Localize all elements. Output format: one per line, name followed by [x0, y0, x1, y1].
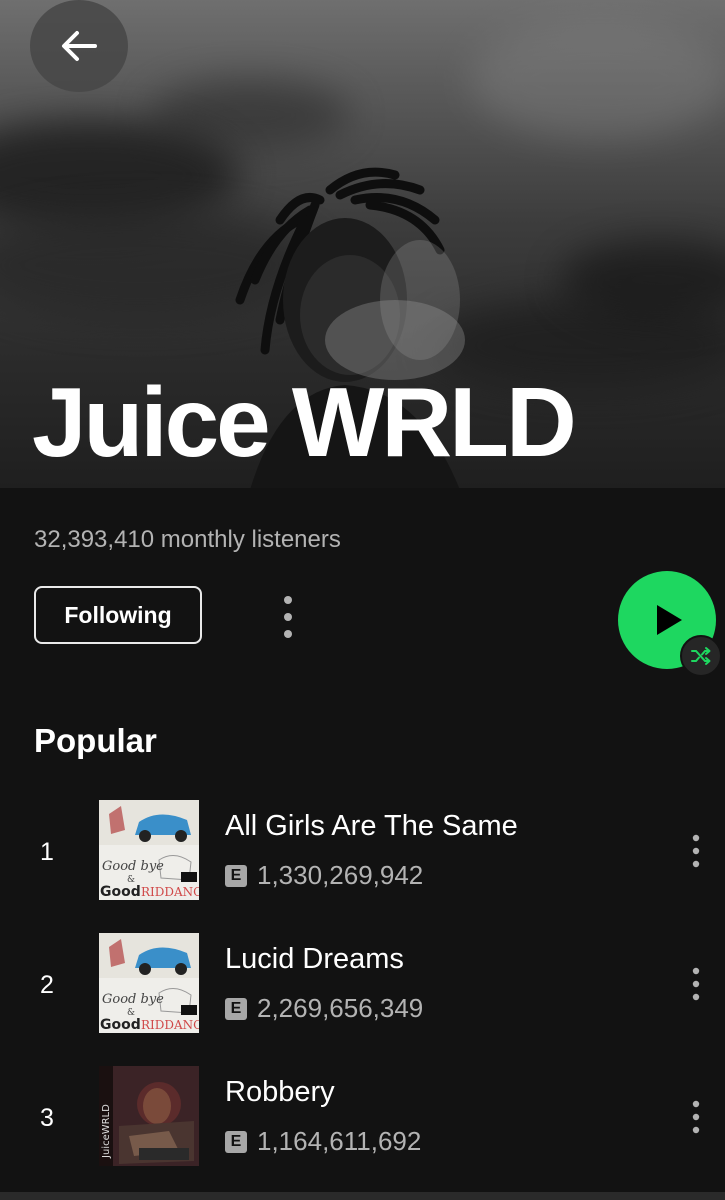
following-button[interactable]: Following: [34, 586, 202, 644]
track-more-button[interactable]: [676, 828, 716, 874]
svg-text:Good: Good: [100, 884, 141, 900]
artist-name: Juice WRLD: [32, 367, 577, 477]
track-meta: E 2,269,656,349: [225, 993, 423, 1024]
play-count: 2,269,656,349: [257, 993, 424, 1023]
bottom-edge: [0, 1192, 725, 1200]
track-title: Robbery: [225, 1076, 335, 1108]
more-vertical-icon: [692, 967, 700, 1001]
back-button[interactable]: [30, 0, 128, 92]
shuffle-button[interactable]: [680, 635, 722, 677]
track-row[interactable]: 1 Good bye & Good RIDDANCE All Girls Are…: [0, 800, 725, 900]
track-rank: 3: [40, 1104, 54, 1132]
album-cover: Good bye & Good RIDDANCE: [99, 800, 199, 900]
popular-heading: Popular: [34, 722, 157, 759]
album-cover: Good bye & Good RIDDANCE: [99, 933, 199, 1033]
play-icon: [657, 605, 682, 635]
explicit-badge: E: [225, 1130, 247, 1153]
monthly-listeners: 32,393,410 monthly listeners: [34, 526, 341, 553]
more-vertical-icon: [692, 834, 700, 868]
explicit-badge: E: [225, 864, 247, 887]
svg-text:Good: Good: [100, 1017, 141, 1033]
arrow-left-icon: [62, 31, 97, 61]
play-count: 1,164,611,692: [257, 1126, 422, 1156]
more-vertical-icon: [284, 596, 292, 638]
svg-text:Good bye: Good bye: [102, 992, 164, 1007]
track-title: Lucid Dreams: [225, 943, 404, 975]
track-row[interactable]: 2 Good bye & Good RIDDANCE Lucid Dreams …: [0, 933, 725, 1033]
more-options-button[interactable]: [268, 592, 308, 642]
track-more-button[interactable]: [676, 1094, 716, 1140]
track-title: All Girls Are The Same: [225, 810, 518, 842]
shuffle-icon: [691, 647, 711, 665]
svg-text:RIDDANCE: RIDDANCE: [141, 1018, 199, 1032]
track-meta: E 1,164,611,692: [225, 1126, 421, 1157]
track-row[interactable]: 3 JuiceWRLD Robbery E 1,164,611,692: [0, 1066, 725, 1166]
more-vertical-icon: [692, 1100, 700, 1134]
svg-text:RIDDANCE: RIDDANCE: [141, 885, 199, 899]
track-meta: E 1,330,269,942: [225, 860, 423, 891]
album-cover: JuiceWRLD: [99, 1066, 199, 1166]
track-rank: 2: [40, 971, 54, 999]
track-rank: 1: [40, 838, 54, 866]
svg-text:Good bye: Good bye: [102, 859, 164, 874]
svg-text:JuiceWRLD: JuiceWRLD: [101, 1104, 112, 1159]
track-more-button[interactable]: [676, 961, 716, 1007]
play-count: 1,330,269,942: [257, 860, 424, 890]
explicit-badge: E: [225, 997, 247, 1020]
